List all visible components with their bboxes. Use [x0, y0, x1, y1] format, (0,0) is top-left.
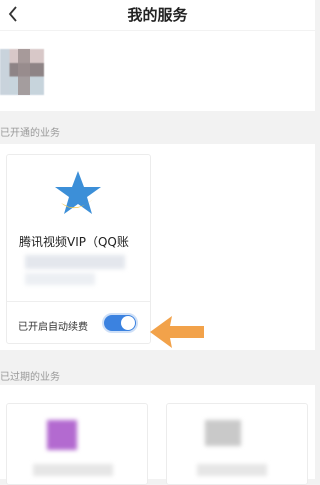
auto-renew-label: 已开启自动续费: [18, 322, 88, 333]
service-name: 腾讯视频VIP（QQ账: [19, 235, 129, 249]
card-divider: [7, 301, 150, 302]
toggle-knob: [121, 316, 135, 330]
expired-service-name-blurred: [197, 464, 267, 476]
expired-service-card[interactable]: [166, 403, 308, 485]
expired-service-icon: [205, 420, 241, 446]
service-card-tencent-video[interactable]: 腾讯视频VIP（QQ账 已开启自动续费: [6, 154, 151, 344]
active-services-label: 已开通的业务: [0, 128, 60, 139]
expired-service-name-blurred: [33, 464, 113, 476]
navigation-bar: 我的服务: [0, 0, 315, 30]
tencent-video-star-icon: [55, 171, 101, 214]
expired-service-card[interactable]: [6, 403, 148, 485]
service-detail-blurred: [25, 255, 125, 269]
service-expiry-blurred: [25, 273, 95, 285]
page-title: 我的服务: [127, 6, 188, 24]
avatar-detail: [18, 49, 30, 95]
user-info-row[interactable]: [0, 31, 315, 111]
expired-service-icon: [47, 420, 77, 450]
pointer-arrow-icon: [150, 316, 204, 348]
auto-renew-toggle[interactable]: [102, 313, 138, 333]
expired-services-panel: [0, 385, 315, 485]
expired-services-label: 已过期的业务: [0, 372, 60, 383]
